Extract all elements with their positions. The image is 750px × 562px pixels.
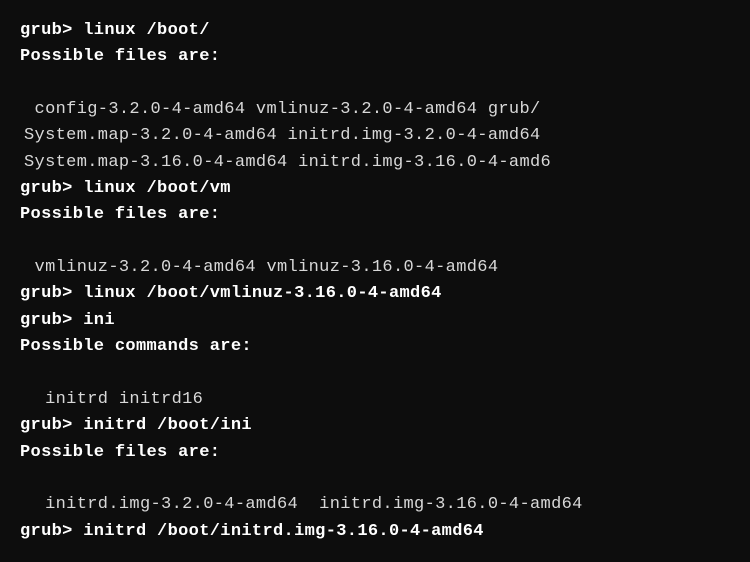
terminal-line <box>20 71 730 97</box>
terminal-line: Possible files are: <box>20 440 730 466</box>
terminal-output: grub> linux /boot/ Possible files are: c… <box>20 18 730 562</box>
terminal-prompt-cursor-line[interactable]: grub> <box>20 545 730 562</box>
terminal-line: grub> linux /boot/vmlinuz-3.16.0-4-amd64 <box>20 281 730 307</box>
terminal-line <box>20 229 730 255</box>
terminal-window: grub> linux /boot/ Possible files are: c… <box>0 0 750 562</box>
terminal-line: grub> ini <box>20 308 730 334</box>
terminal-line: Possible files are: <box>20 202 730 228</box>
terminal-line: System.map-3.2.0-4-amd64 initrd.img-3.2.… <box>20 123 730 149</box>
terminal-line: initrd initrd16 <box>20 387 730 413</box>
terminal-line: grub> initrd /boot/ini <box>20 413 730 439</box>
terminal-line: grub> linux /boot/ <box>20 18 730 44</box>
terminal-line: vmlinuz-3.2.0-4-amd64 vmlinuz-3.16.0-4-a… <box>20 255 730 281</box>
terminal-line: initrd.img-3.2.0-4-amd64 initrd.img-3.16… <box>20 492 730 518</box>
terminal-line: Possible commands are: <box>20 334 730 360</box>
terminal-line: grub> linux /boot/vm <box>20 176 730 202</box>
terminal-line: Possible files are: <box>20 44 730 70</box>
terminal-line <box>20 360 730 386</box>
terminal-line: config-3.2.0-4-amd64 vmlinuz-3.2.0-4-amd… <box>20 97 730 123</box>
terminal-line <box>20 466 730 492</box>
terminal-line: grub> initrd /boot/initrd.img-3.16.0-4-a… <box>20 519 730 545</box>
terminal-line: System.map-3.16.0-4-amd64 initrd.img-3.1… <box>20 150 730 176</box>
